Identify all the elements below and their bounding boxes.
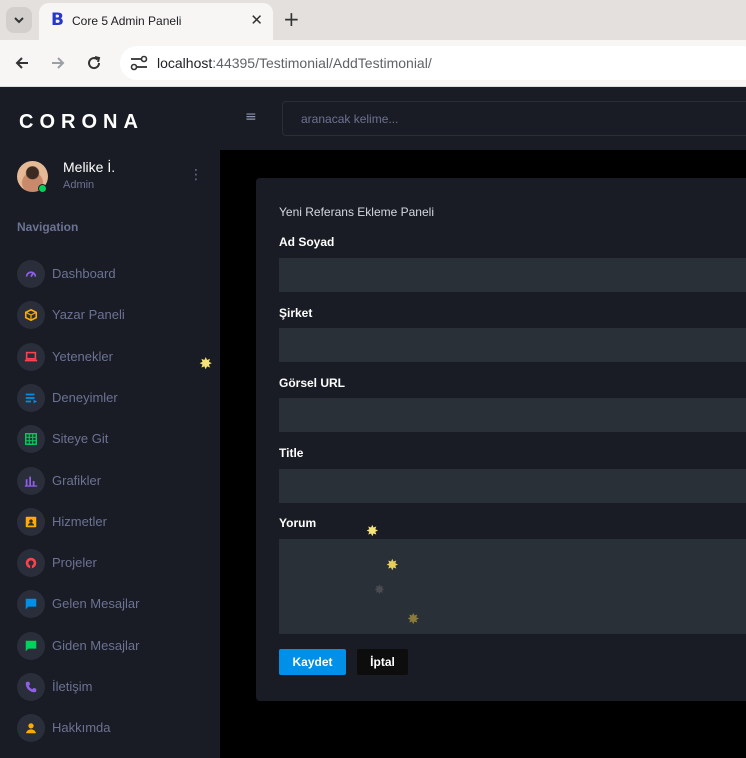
github-icon — [17, 549, 45, 577]
sidebar-item-label: İletişim — [52, 679, 93, 694]
browser-tab-bar: B Core 5 Admin Paneli ✕ + — [0, 0, 746, 40]
sidebar-item-i-letişim[interactable]: İletişim — [17, 673, 217, 701]
chart-bar-icon — [17, 467, 45, 495]
topbar: ≡ aranacak kelime... — [220, 87, 746, 150]
gorsel-url-input[interactable] — [279, 398, 746, 432]
more-vertical-icon[interactable]: ⋮ — [189, 167, 203, 183]
sidebar-item-label: Siteye Git — [52, 431, 109, 446]
sidebar-item-gelen-mesajlar[interactable]: Gelen Mesajlar — [17, 590, 217, 618]
sidebar-item-label: Hizmetler — [52, 514, 107, 529]
address-bar[interactable]: localhost:44395/Testimonial/AddTestimoni… — [120, 46, 746, 80]
field-label-title: Title — [279, 446, 304, 460]
sidebar-item-grafikler[interactable]: Grafikler — [17, 467, 217, 495]
playlist-icon — [17, 384, 45, 412]
sparkle-icon: ✸ — [407, 610, 420, 628]
sirket-input[interactable] — [279, 328, 746, 362]
cancel-button[interactable]: İptal — [357, 649, 408, 675]
cube-icon — [17, 301, 45, 329]
form-title: Yeni Referans Ekleme Paneli — [279, 205, 434, 219]
account-icon — [17, 714, 45, 742]
favicon-icon: B — [51, 10, 64, 30]
message-icon — [17, 632, 45, 660]
main-content: Yeni Referans Ekleme Paneli Ad Soyad Şir… — [220, 150, 746, 758]
contacts-icon — [17, 508, 45, 536]
sidebar-item-hakkımda[interactable]: Hakkımda — [17, 714, 217, 742]
sidebar-item-label: Deneyimler — [52, 390, 118, 405]
speedometer-icon — [17, 260, 45, 288]
field-label-sirket: Şirket — [279, 306, 313, 320]
brand-logo[interactable]: CORONA — [19, 111, 144, 134]
sidebar-item-label: Dashboard — [52, 266, 116, 281]
phone-icon — [17, 673, 45, 701]
save-button[interactable]: Kaydet — [279, 649, 346, 675]
nav-caption: Navigation — [17, 220, 79, 234]
title-input[interactable] — [279, 469, 746, 503]
sidebar-item-label: Gelen Mesajlar — [52, 596, 140, 611]
sidebar: CORONA Melike İ. Admin ⋮ Navigation Dash… — [0, 87, 220, 758]
sidebar-item-hizmetler[interactable]: Hizmetler — [17, 508, 217, 536]
yorum-textarea[interactable] — [279, 539, 746, 634]
tab-search-button[interactable] — [6, 7, 32, 33]
sidebar-item-label: Yazar Paneli — [52, 307, 125, 322]
url-text: localhost:44395/Testimonial/AddTestimoni… — [157, 55, 432, 71]
sparkle-icon: ✸ — [366, 522, 379, 540]
sidebar-item-yazar-paneli[interactable]: Yazar Paneli — [17, 301, 217, 329]
online-status-dot — [38, 184, 47, 193]
sidebar-item-dashboard[interactable]: Dashboard — [17, 260, 217, 288]
message-icon — [17, 590, 45, 618]
sidebar-item-yetenekler[interactable]: Yetenekler — [17, 343, 217, 371]
sidebar-item-deneyimler[interactable]: Deneyimler — [17, 384, 217, 412]
search-input[interactable]: aranacak kelime... — [282, 101, 746, 136]
search-placeholder: aranacak kelime... — [301, 112, 399, 126]
sidebar-item-siteye-git[interactable]: Siteye Git — [17, 425, 217, 453]
sidebar-item-label: Hakkımda — [52, 720, 111, 735]
sidebar-item-label: Yetenekler — [52, 349, 113, 364]
field-label-yorum: Yorum — [279, 516, 317, 530]
laptop-icon — [17, 343, 45, 371]
testimonial-form-card: Yeni Referans Ekleme Paneli Ad Soyad Şir… — [256, 178, 746, 701]
browser-toolbar: localhost:44395/Testimonial/AddTestimoni… — [0, 40, 746, 87]
sparkle-icon: ✸ — [199, 354, 213, 373]
table-icon — [17, 425, 45, 453]
sidebar-item-label: Grafikler — [52, 473, 102, 488]
chevron-down-icon — [14, 17, 24, 24]
ad-soyad-input[interactable] — [279, 258, 746, 292]
sidebar-item-projeler[interactable]: Projeler — [17, 549, 217, 577]
field-label-ad-soyad: Ad Soyad — [279, 235, 335, 249]
close-icon[interactable]: ✕ — [250, 11, 263, 29]
tab-title: Core 5 Admin Paneli — [72, 14, 182, 28]
sparkle-icon: ✸ — [386, 556, 399, 574]
back-arrow-icon[interactable] — [11, 52, 33, 74]
new-tab-button[interactable]: + — [283, 9, 300, 29]
menu-toggle-icon[interactable]: ≡ — [245, 109, 257, 125]
forward-arrow-icon[interactable] — [47, 52, 69, 74]
sidebar-item-label: Giden Mesajlar — [52, 638, 140, 653]
profile-role: Admin — [63, 179, 95, 191]
browser-tab[interactable]: B Core 5 Admin Paneli ✕ — [39, 3, 273, 40]
site-info-icon[interactable] — [130, 55, 148, 71]
sidebar-item-giden-mesajlar[interactable]: Giden Mesajlar — [17, 632, 217, 660]
sidebar-item-label: Projeler — [52, 555, 97, 570]
sparkle-icon: ✸ — [374, 583, 385, 598]
reload-icon[interactable] — [83, 52, 105, 74]
field-label-gorsel-url: Görsel URL — [279, 376, 346, 390]
profile-name: Melike İ. — [63, 159, 116, 175]
admin-app: CORONA Melike İ. Admin ⋮ Navigation Dash… — [0, 87, 746, 758]
